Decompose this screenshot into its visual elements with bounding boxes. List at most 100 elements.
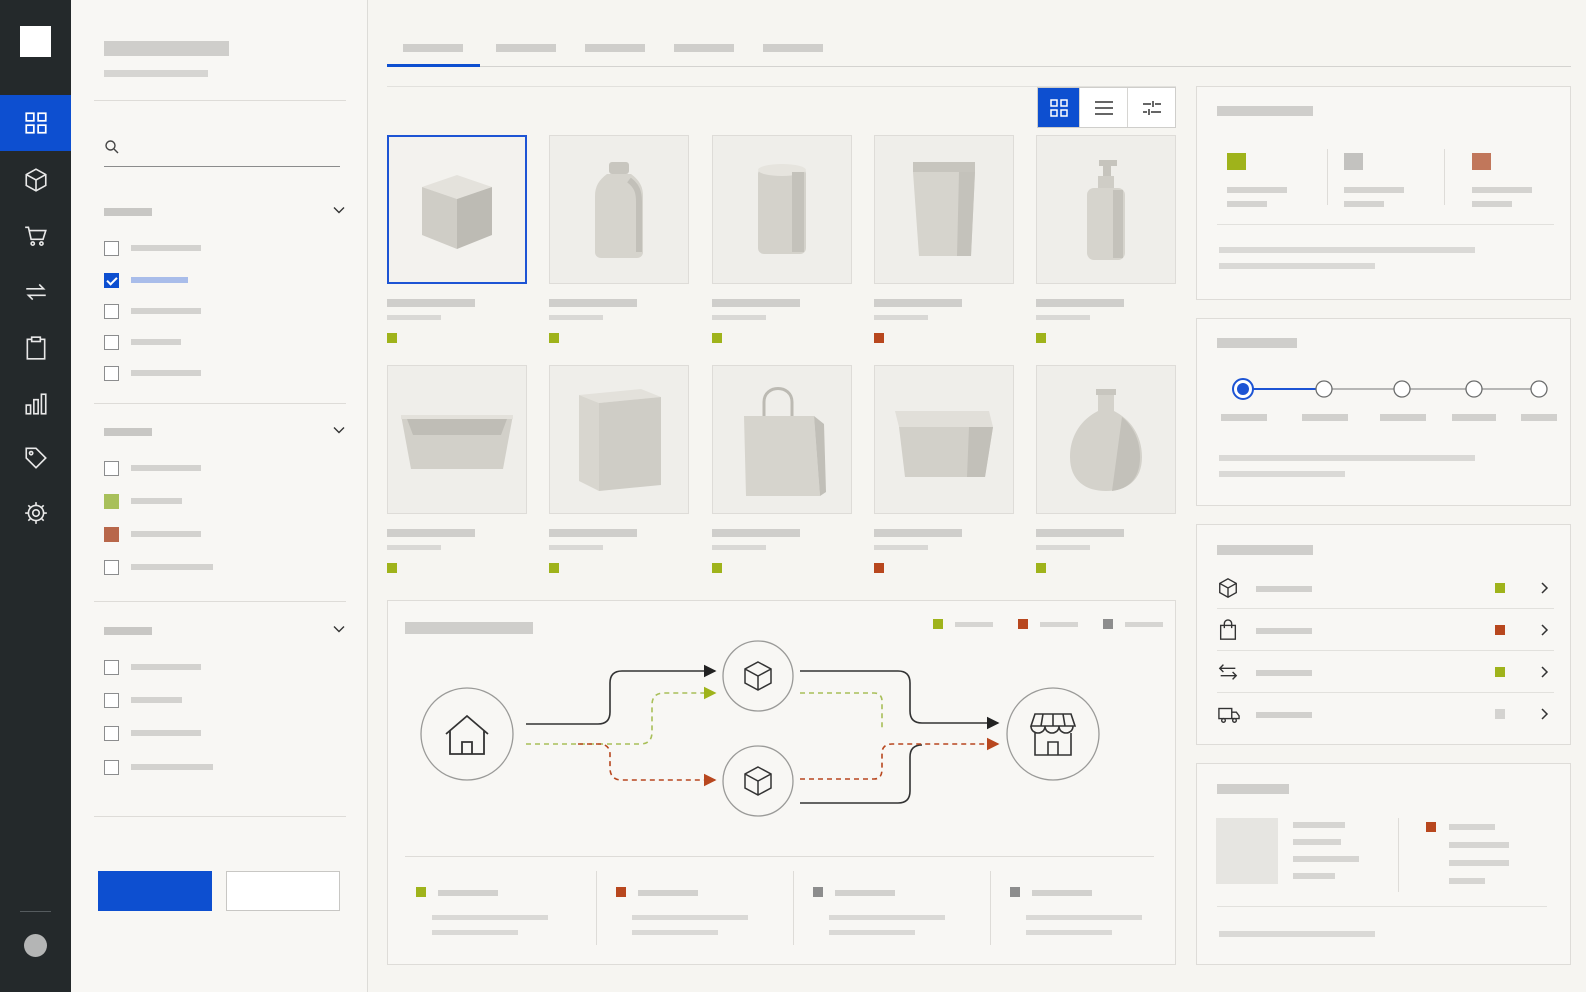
detail-panel	[1196, 763, 1571, 965]
product-meta	[549, 315, 603, 320]
filter-group-1-header[interactable]	[104, 203, 346, 219]
option-label	[131, 664, 201, 670]
filter-option[interactable]	[104, 759, 213, 775]
shopping-bag-icon	[1219, 619, 1237, 640]
product-card[interactable]	[387, 135, 527, 348]
adjust-view-button[interactable]	[1127, 88, 1175, 127]
product-card[interactable]	[1036, 365, 1176, 578]
tab-5[interactable]	[747, 35, 836, 67]
list-title	[1217, 545, 1313, 555]
checkbox[interactable]	[104, 334, 119, 350]
nav-item-analytics[interactable]	[0, 376, 71, 432]
tab-1[interactable]	[387, 35, 480, 67]
filter-option[interactable]	[104, 659, 201, 675]
nav-item-orders[interactable]	[0, 208, 71, 264]
filter-option[interactable]	[104, 303, 201, 319]
progress-title	[1217, 338, 1297, 348]
tab-2[interactable]	[480, 35, 569, 67]
product-card[interactable]	[874, 135, 1014, 348]
product-name	[387, 529, 475, 537]
product-name	[1036, 299, 1124, 307]
nav-item-settings[interactable]	[0, 485, 71, 541]
option-label	[131, 531, 201, 537]
checkbox[interactable]	[104, 659, 119, 675]
color-swatch-checkbox[interactable]	[104, 526, 119, 542]
list-view-button[interactable]	[1079, 88, 1127, 127]
product-card[interactable]	[387, 365, 527, 578]
product-image-pump-bottle	[1036, 135, 1176, 284]
filter-option[interactable]	[104, 272, 188, 288]
checkbox[interactable]	[104, 559, 119, 575]
apply-filters-button[interactable]	[98, 871, 212, 911]
search-input[interactable]	[128, 137, 338, 163]
filter-option[interactable]	[104, 365, 201, 381]
product-card[interactable]	[1036, 135, 1176, 348]
tab-3[interactable]	[569, 35, 658, 67]
search-field[interactable]	[104, 137, 340, 167]
product-meta	[712, 545, 766, 550]
status-badge	[549, 333, 559, 343]
filter-option[interactable]	[104, 559, 213, 575]
list-item[interactable]	[1217, 567, 1554, 609]
nav-item-dashboard[interactable]	[0, 95, 71, 151]
filter-group-2-header[interactable]	[104, 423, 346, 439]
filter-group-3-label	[104, 627, 152, 635]
product-meta	[387, 545, 441, 550]
step	[1393, 380, 1411, 398]
product-card[interactable]	[712, 365, 852, 578]
list-item[interactable]	[1217, 693, 1554, 735]
product-card[interactable]	[874, 365, 1014, 578]
pump-bottle-product-image	[1087, 159, 1125, 260]
product-card[interactable]	[549, 135, 689, 348]
filter-option-color-orange[interactable]	[104, 526, 201, 542]
checkbox[interactable]	[104, 759, 119, 775]
step	[1465, 380, 1483, 398]
checkbox[interactable]	[104, 725, 119, 741]
reset-filters-button[interactable]	[226, 871, 340, 911]
filter-option[interactable]	[104, 334, 181, 350]
nav-item-reports[interactable]	[0, 320, 71, 376]
status-badge	[1036, 333, 1046, 343]
checkbox[interactable]	[104, 303, 119, 319]
status-badge	[712, 333, 722, 343]
flow-path-primary	[526, 664, 717, 725]
checkbox-checked[interactable]	[104, 272, 119, 288]
divider	[94, 601, 346, 602]
color-swatch-checkbox[interactable]	[104, 493, 119, 509]
nav-item-pricing[interactable]	[0, 430, 71, 486]
product-card[interactable]	[712, 135, 852, 348]
product-name	[387, 299, 475, 307]
checkbox[interactable]	[104, 460, 119, 476]
product-meta	[874, 545, 928, 550]
chevron-down-icon	[333, 626, 345, 633]
step	[1315, 380, 1333, 398]
checkbox[interactable]	[104, 365, 119, 381]
list-item[interactable]	[1217, 609, 1554, 651]
filter-option[interactable]	[104, 692, 182, 708]
checkbox[interactable]	[104, 692, 119, 708]
storefront-node	[1006, 687, 1100, 781]
product-card[interactable]	[549, 365, 689, 578]
grid-view-button[interactable]	[1038, 88, 1079, 127]
filter-group-3-header[interactable]	[104, 622, 346, 638]
avatar[interactable]	[24, 934, 47, 957]
product-name	[1036, 529, 1124, 537]
divider	[94, 100, 346, 101]
filter-option[interactable]	[104, 725, 201, 741]
list-item[interactable]	[1217, 651, 1554, 693]
progress-panel	[1196, 318, 1571, 506]
product-image-carton	[549, 365, 689, 514]
app-logo[interactable]	[20, 26, 51, 57]
chevron-right-icon	[1541, 708, 1549, 720]
checkbox[interactable]	[104, 240, 119, 256]
tab-4[interactable]	[658, 35, 747, 67]
filter-option[interactable]	[104, 460, 201, 476]
chevron-right-icon	[1541, 582, 1549, 594]
filter-option[interactable]	[104, 240, 201, 256]
product-image-bottle	[549, 135, 689, 284]
option-label	[131, 277, 188, 283]
nav-item-transfers[interactable]	[0, 264, 71, 320]
nav-item-products[interactable]	[0, 152, 71, 208]
step	[1530, 380, 1548, 398]
filter-option-color-green[interactable]	[104, 493, 182, 509]
